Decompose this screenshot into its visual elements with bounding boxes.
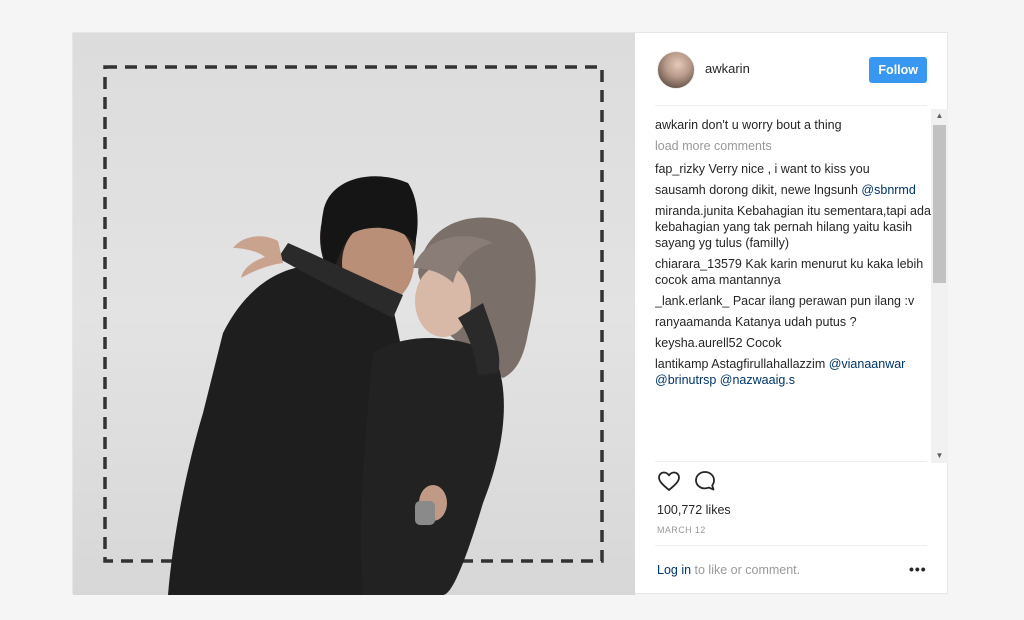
comment-item: _lank.erlank_ Pacar ilang perawan pun il… [655, 293, 931, 309]
heart-icon[interactable] [657, 469, 681, 493]
photo-illustration [103, 65, 604, 595]
comment-text: Pacar ilang perawan pun ilang :v [732, 294, 915, 308]
caption-user[interactable]: awkarin [655, 118, 698, 132]
comment-item: chiarara_13579 Kak karin menurut ku kaka… [655, 256, 931, 288]
post-header: awkarin Follow [657, 51, 927, 91]
comments-scrollbar[interactable]: ▲ ▼ [931, 109, 948, 463]
comment-user[interactable]: miranda.junita [655, 204, 734, 218]
comment-user[interactable]: chiarara_13579 [655, 257, 742, 271]
comment-text: Astagfirullahallazzim [711, 357, 826, 371]
footer-divider [655, 545, 927, 546]
comment-user[interactable]: keysha.aurell52 [655, 336, 743, 350]
comment-mention[interactable]: @sbnrmd [861, 183, 915, 197]
comment-item: sausamh dorong dikit, newe lngsunh @sbnr… [655, 182, 931, 198]
caption-text: don't u worry bout a thing [701, 118, 842, 132]
comment-user[interactable]: ranyaamanda [655, 315, 731, 329]
comment-text: Katanya udah putus ? [734, 315, 857, 329]
post-photo[interactable] [73, 33, 635, 595]
avatar[interactable] [657, 51, 695, 89]
scroll-up-arrow-icon[interactable]: ▲ [931, 109, 948, 123]
login-prompt: Log in to like or comment. [657, 563, 800, 577]
load-more-comments[interactable]: load more comments [655, 138, 931, 154]
comment-user[interactable]: lantikamp [655, 357, 709, 371]
comment-text: Verry nice , i want to kiss you [708, 162, 870, 176]
instagram-post: awkarin Follow awkarin don't u worry bou… [72, 32, 949, 595]
comments-list: awkarin don't u worry bout a thing load … [655, 117, 931, 463]
caption: awkarin don't u worry bout a thing [655, 117, 931, 133]
comments-divider [655, 461, 927, 462]
comment-text: dorong dikit, newe lngsunh [709, 183, 858, 197]
comment-user[interactable]: fap_rizky [655, 162, 705, 176]
login-prompt-text: to like or comment. [691, 563, 801, 577]
header-divider [655, 105, 927, 106]
post-sidebar: awkarin Follow awkarin don't u worry bou… [635, 33, 949, 593]
scroll-thumb[interactable] [933, 125, 946, 283]
comment-item: lantikamp Astagfirullahallazzim @vianaan… [655, 356, 931, 388]
comment-user[interactable]: sausamh [655, 183, 706, 197]
username[interactable]: awkarin [705, 61, 750, 76]
login-link[interactable]: Log in [657, 563, 691, 577]
comment-item: fap_rizky Verry nice , i want to kiss yo… [655, 161, 931, 177]
scroll-down-arrow-icon[interactable]: ▼ [931, 449, 948, 463]
comment-item: ranyaamanda Katanya udah putus ? [655, 314, 931, 330]
comment-bubble-icon[interactable] [693, 469, 717, 493]
comment-user[interactable]: _lank.erlank_ [655, 294, 729, 308]
likes-count[interactable]: 100,772 likes [657, 503, 731, 517]
post-actions [655, 469, 775, 499]
more-options-icon[interactable]: ••• [909, 561, 927, 577]
comment-item: miranda.junita Kebahagian itu sementara,… [655, 203, 931, 251]
comment-text: Cocok [746, 336, 782, 350]
post-date: MARCH 12 [657, 525, 706, 535]
comment-item: keysha.aurell52 Cocok [655, 335, 931, 351]
follow-button[interactable]: Follow [869, 57, 927, 83]
